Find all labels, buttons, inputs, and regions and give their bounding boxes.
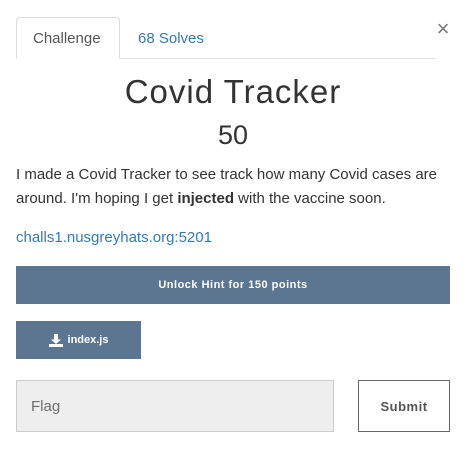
file-name-label: index.js (67, 334, 109, 346)
close-icon[interactable]: × (433, 18, 453, 40)
challenge-link[interactable]: challs1.nusgreyhats.org:5201 (16, 229, 212, 246)
download-file-button[interactable]: index.js (16, 321, 141, 359)
tab-bar: Challenge 68 Solves (16, 17, 436, 59)
challenge-modal: × Challenge 68 Solves Covid Tracker 50 I… (0, 0, 472, 460)
challenge-description: I made a Covid Tracker to see track how … (16, 163, 456, 211)
challenge-points: 50 (217, 120, 249, 150)
description-text-bold: injected (177, 190, 234, 207)
download-icon (48, 333, 63, 347)
description-text-end: with the vaccine soon. (234, 190, 386, 207)
tab-challenge[interactable]: Challenge (16, 17, 120, 59)
tab-solves[interactable]: 68 Solves (121, 17, 221, 58)
challenge-title: Covid Tracker (124, 73, 342, 110)
submit-button[interactable]: Submit (358, 380, 450, 432)
flag-input[interactable] (16, 380, 334, 432)
unlock-hint-button[interactable]: Unlock Hint for 150 points (16, 266, 450, 304)
